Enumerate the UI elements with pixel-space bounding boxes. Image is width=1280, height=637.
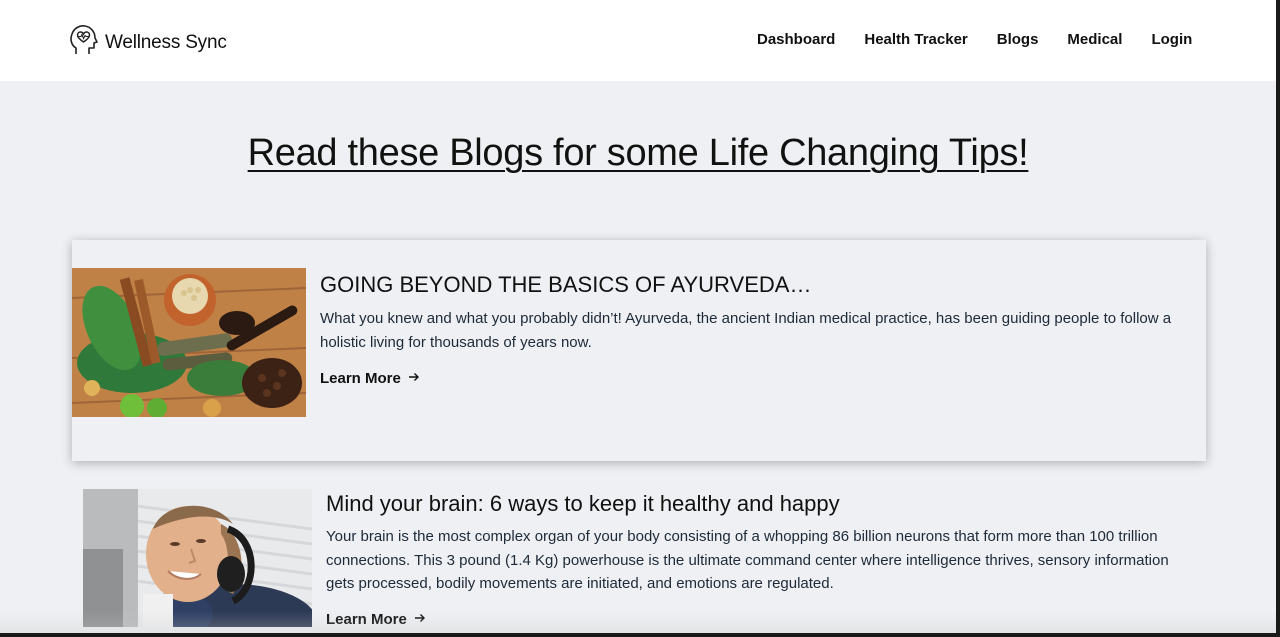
site-header: Wellness Sync Dashboard Health Tracker B… — [0, 0, 1280, 81]
page-title: Read these Blogs for some Life Changing … — [247, 132, 1029, 174]
main-nav: Dashboard Health Tracker Blogs Medical L… — [757, 31, 1221, 48]
ayurveda-image — [72, 268, 306, 417]
brain-article-image — [83, 489, 312, 627]
blog-card: Mind your brain: 6 ways to keep it healt… — [83, 489, 1206, 637]
learn-more-link[interactable]: Learn More — [326, 611, 426, 628]
learn-more-label: Learn More — [326, 611, 407, 628]
brand-name: Wellness Sync — [105, 31, 227, 53]
blog-card: GOING BEYOND THE BASICS OF AYURVEDA… Wha… — [72, 240, 1206, 461]
arrow-right-icon — [414, 611, 426, 628]
post-excerpt: Your brain is the most complex organ of … — [326, 528, 1169, 592]
nav-login[interactable]: Login — [1151, 31, 1192, 48]
learn-more-label: Learn More — [320, 370, 401, 387]
learn-more-link[interactable]: Learn More — [320, 370, 420, 387]
nav-dashboard[interactable]: Dashboard — [757, 31, 835, 48]
nav-medical[interactable]: Medical — [1067, 31, 1122, 48]
post-excerpt: What you knew and what you probably didn… — [320, 310, 1172, 351]
window-edge-right — [1276, 0, 1280, 637]
brand-link[interactable]: Wellness Sync — [68, 24, 227, 61]
nav-blogs[interactable]: Blogs — [997, 31, 1039, 48]
post-title[interactable]: GOING BEYOND THE BASICS OF AYURVEDA… — [320, 272, 811, 298]
nav-health-tracker[interactable]: Health Tracker — [864, 31, 967, 48]
head-heart-icon — [68, 24, 98, 61]
window-edge-bottom — [0, 633, 1280, 637]
arrow-right-icon — [408, 370, 420, 387]
post-title[interactable]: Mind your brain: 6 ways to keep it healt… — [326, 491, 840, 517]
